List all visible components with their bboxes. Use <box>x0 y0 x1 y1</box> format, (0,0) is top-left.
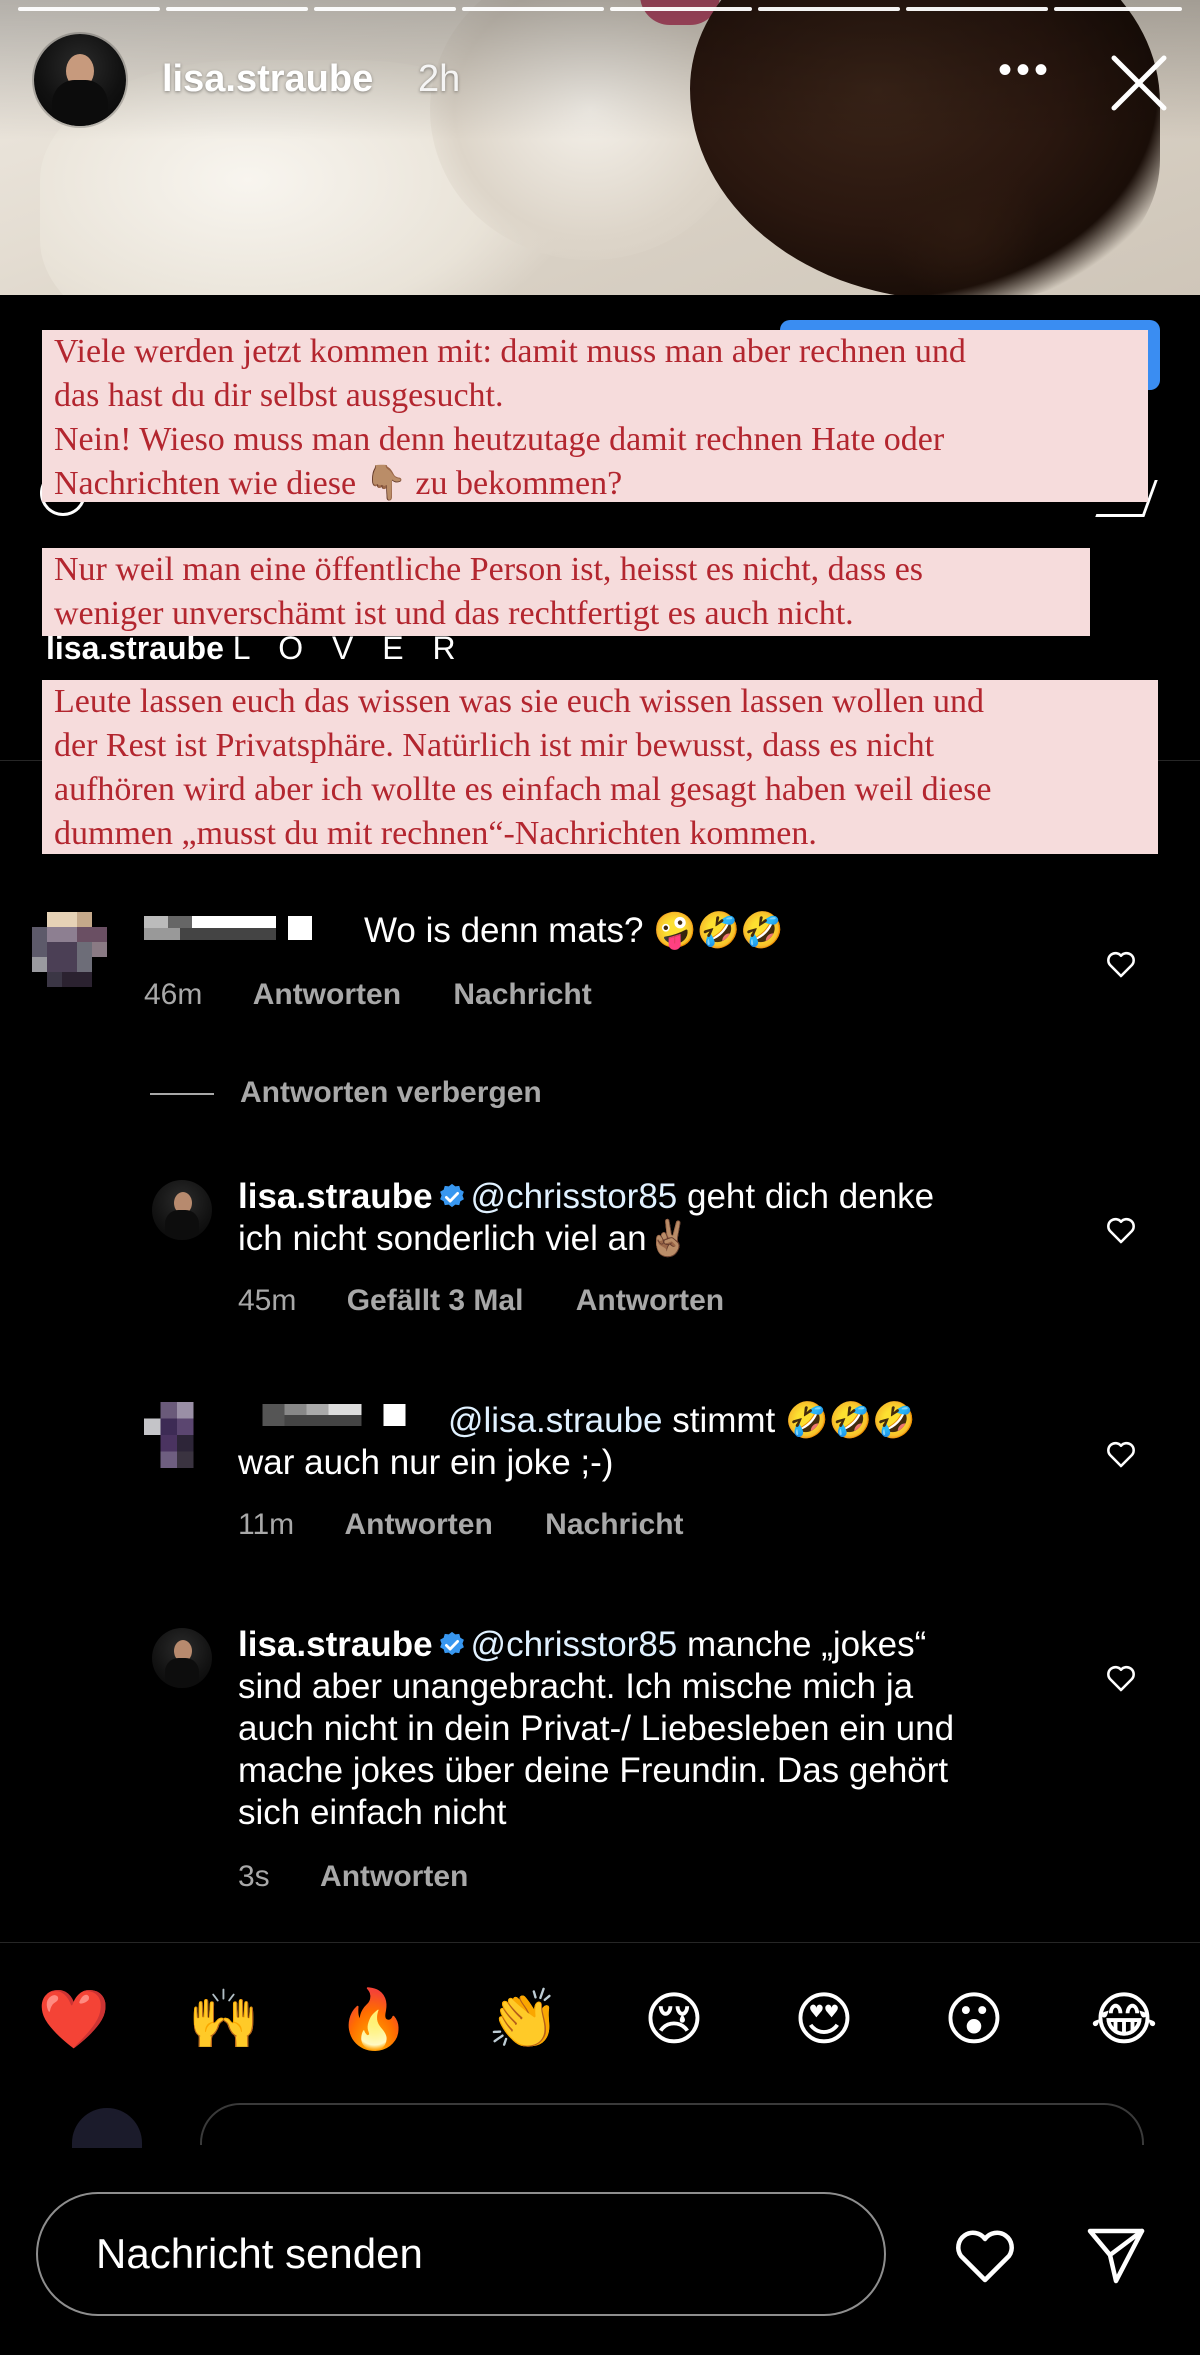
like-icon[interactable] <box>1104 1213 1138 1247</box>
story-text-overlay: Viele werden jetzt kommen mit: damit mus… <box>42 330 1148 502</box>
reply-time: 11m <box>238 1508 295 1541</box>
story-progress-segment <box>758 7 900 11</box>
story-avatar[interactable] <box>34 34 126 126</box>
verified-badge-icon <box>439 1183 464 1208</box>
reaction-cry[interactable]: 😢 <box>634 1987 714 2053</box>
reaction-laugh[interactable]: 😂 <box>1084 1987 1164 2053</box>
story-time: 2h <box>418 58 461 100</box>
reply-button[interactable]: Antworten <box>344 1508 492 1541</box>
story-image <box>0 0 1200 295</box>
mention-link[interactable]: @lisa.straube <box>448 1401 663 1440</box>
reply-text: @lisa.straube stimmt 🤣🤣🤣 war auch nur ei… <box>238 1401 916 1482</box>
send-icon[interactable] <box>1084 2223 1148 2287</box>
reaction-surprised[interactable]: 😮 <box>934 1987 1014 2053</box>
reply-button[interactable]: Antworten <box>320 1860 468 1893</box>
hide-replies-line <box>150 1093 214 1095</box>
reply-meta: 11m Antworten Nachricht <box>238 1508 684 1542</box>
like-icon[interactable] <box>1104 1437 1138 1471</box>
likes-count[interactable]: Gefällt 3 Mal <box>347 1284 524 1317</box>
story-progress-segment <box>1054 7 1182 11</box>
reply-time: 3s <box>238 1860 270 1893</box>
reply-avatar[interactable] <box>152 1180 212 1240</box>
reply-username[interactable]: lisa.straube <box>238 1625 433 1664</box>
message-button[interactable]: Nachricht <box>453 978 591 1011</box>
close-icon[interactable] <box>1108 52 1170 114</box>
reaction-heart[interactable]: ❤️ <box>34 1987 114 2053</box>
story-progress-segment <box>462 7 604 11</box>
comment-avatar-pixelated <box>32 912 107 987</box>
comment-time: 46m <box>144 978 203 1011</box>
reply-avatar-pixelated <box>144 1402 194 1468</box>
like-story-icon[interactable] <box>952 2225 1018 2285</box>
story-progress-segment <box>314 7 456 11</box>
reply-username[interactable]: lisa.straube <box>238 1177 433 1216</box>
reply-meta: 3s Antworten <box>238 1860 468 1894</box>
mention-link[interactable]: @chrisstor85 <box>471 1625 678 1664</box>
reaction-clap[interactable]: 👏 <box>484 1987 564 2053</box>
story-progress-segment <box>18 7 160 11</box>
comment-text: Wo is denn mats? 🤪🤣🤣 <box>364 911 784 950</box>
reply-time: 45m <box>238 1284 297 1317</box>
like-icon[interactable] <box>1104 947 1138 981</box>
reaction-raised-hands[interactable]: 🙌 <box>184 1987 264 2053</box>
reaction-fire[interactable]: 🔥 <box>334 1987 414 2053</box>
story-progress-segment <box>166 7 308 11</box>
story-username[interactable]: lisa.straube <box>162 58 373 101</box>
like-icon[interactable] <box>1104 1661 1138 1695</box>
reply-text: lisa.straube @chrisstor85 manche „jokes“ … <box>238 1625 955 1832</box>
comment-meta: 46m Antworten Nachricht <box>144 978 592 1012</box>
story-progress-segment <box>906 7 1048 11</box>
more-options-icon[interactable]: ••• <box>998 48 1052 93</box>
reply-button[interactable]: Antworten <box>253 978 401 1011</box>
hide-replies-button[interactable]: Antworten verbergen <box>240 1076 542 1110</box>
comment-avatar-peek <box>72 2108 142 2148</box>
mention-link[interactable]: @chrisstor85 <box>471 1177 678 1216</box>
story-text-overlay: Nur weil man eine öffentliche Person ist… <box>42 548 1090 636</box>
reaction-heart-eyes[interactable]: 😍 <box>784 1987 864 2053</box>
verified-badge-icon <box>439 1631 464 1656</box>
story-text-overlay: Leute lassen euch das wissen was sie euc… <box>42 680 1158 854</box>
story-progress-segment <box>610 7 752 11</box>
reply-button[interactable]: Antworten <box>576 1284 724 1317</box>
comment-input-peek <box>200 2103 1144 2145</box>
username-pixelated <box>144 916 312 940</box>
reply-text: lisa.straube @chrisstor85 geht dich denke… <box>238 1177 935 1258</box>
message-placeholder: Nachricht senden <box>96 2230 423 2277</box>
message-button[interactable]: Nachricht <box>545 1508 683 1541</box>
reply-avatar[interactable] <box>152 1628 212 1688</box>
reply-meta: 45m Gefällt 3 Mal Antworten <box>238 1284 724 1318</box>
reactions-divider <box>0 1942 1200 1943</box>
